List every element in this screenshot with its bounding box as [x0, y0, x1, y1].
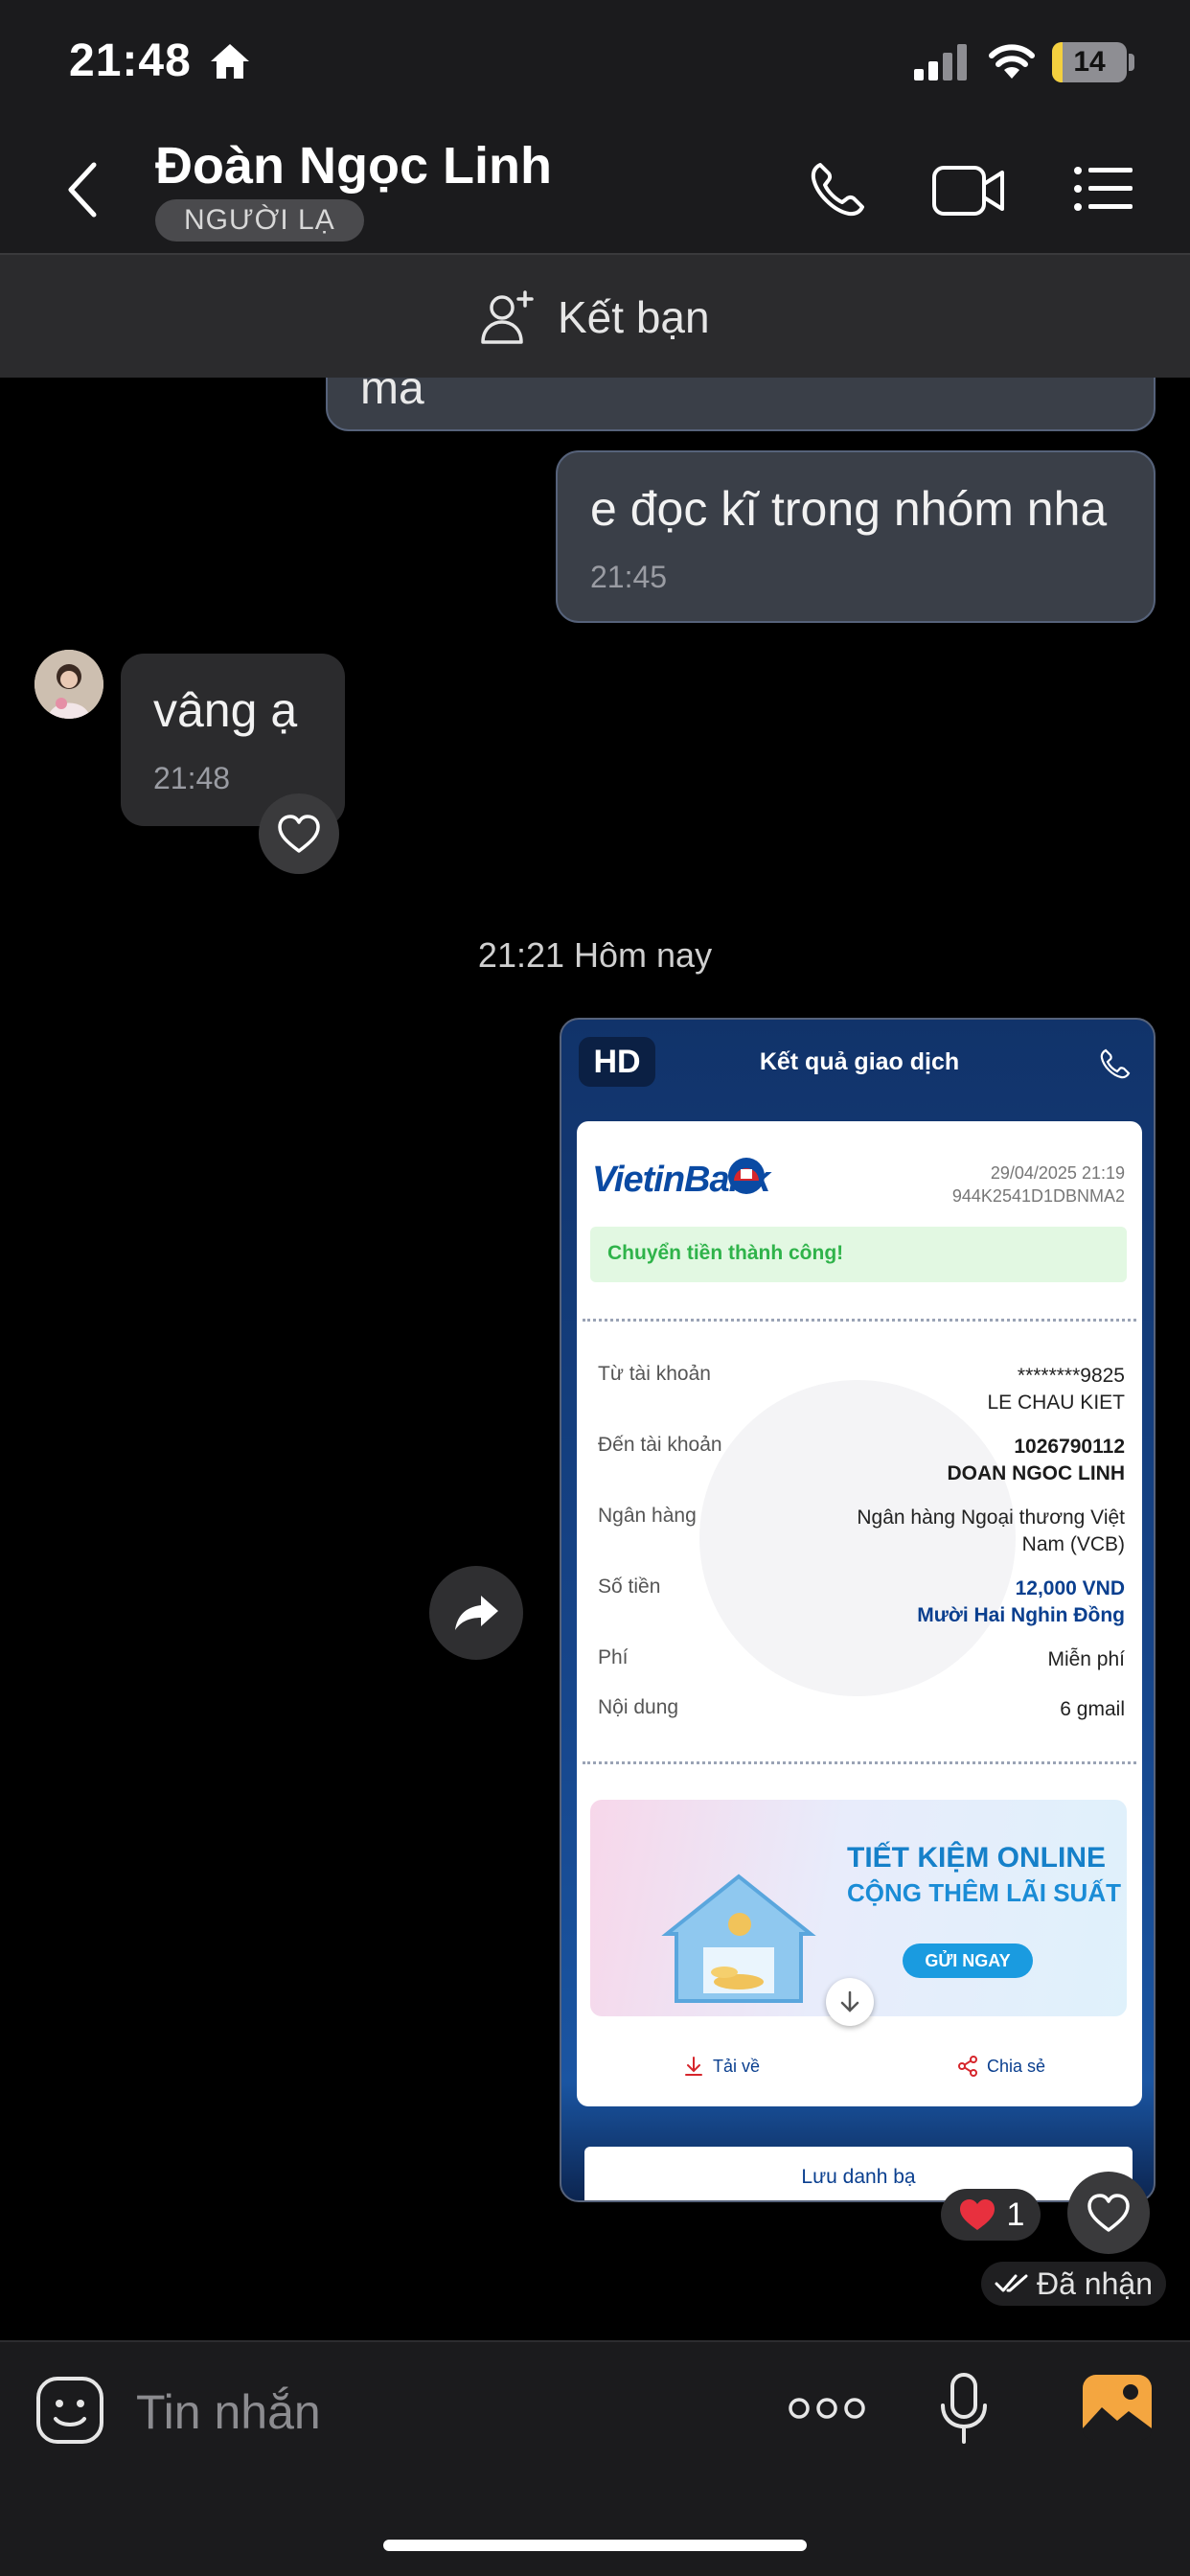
promo-title: TIẾT KIỆM ONLINE — [847, 1842, 1106, 1874]
phone-call-icon[interactable] — [807, 159, 868, 220]
share-icon — [958, 2056, 977, 2077]
message-text: e đọc kĩ trong nhóm nha — [590, 482, 1108, 536]
video-call-icon[interactable] — [931, 163, 1006, 218]
dotted-divider — [583, 1319, 1136, 1322]
heart-outline-icon — [1087, 2194, 1130, 2232]
microphone-icon[interactable] — [937, 2371, 991, 2448]
heart-outline-icon — [278, 815, 320, 853]
download-icon — [685, 2057, 702, 2076]
date-separator: 21:21 Hôm nay — [477, 935, 713, 975]
delivery-label: Đã nhận — [1037, 2266, 1153, 2301]
piggy-house-icon — [661, 1874, 816, 2003]
share-action: Chia sẻ — [956, 2055, 1045, 2078]
battery-indicator: 14 — [1052, 42, 1127, 82]
double-check-icon — [995, 2274, 1028, 2292]
row-value-line1: 12,000 VND — [1015, 1577, 1125, 1599]
row-label: Từ tài khoản — [598, 1363, 711, 1385]
row-value: ********9825 LE CHAU KIET — [987, 1363, 1125, 1416]
arrow-down-icon — [840, 1990, 859, 2012]
react-heart-button[interactable] — [259, 794, 339, 874]
heart-filled-icon — [959, 2199, 995, 2230]
promo-subtitle: CỘNG THÊM LÃI SUẤT — [847, 1878, 1121, 1907]
share-label: Chia sẻ — [987, 2056, 1046, 2076]
add-user-icon — [481, 290, 534, 344]
wifi-icon — [989, 44, 1035, 79]
receipt-image[interactable]: HD Kết quả giao dịch VietinBank 29/04/20… — [560, 1018, 1156, 2202]
row-value-line1: ********9825 — [1017, 1365, 1125, 1387]
row-label: Phí — [598, 1646, 629, 1668]
row-value: 1026790112 DOAN NGOC LINH — [948, 1434, 1126, 1487]
gallery-image-icon[interactable] — [1081, 2373, 1154, 2442]
status-time: 21:48 — [69, 35, 192, 86]
transaction-date: 29/04/2025 21:19 — [990, 1163, 1125, 1183]
row-label: Nội dung — [598, 1696, 679, 1718]
row-value: 12,000 VND Mười Hai Nghin Đồng — [917, 1576, 1125, 1629]
avatar-photo — [34, 650, 103, 719]
chat-area[interactable]: mà e đọc kĩ trong nhóm nha 21:45 vâng ạ … — [0, 378, 1190, 2340]
receipt-phone-icon — [1100, 1048, 1131, 1079]
forward-button[interactable] — [429, 1566, 523, 1660]
battery-tip — [1129, 54, 1134, 71]
back-icon[interactable] — [61, 159, 103, 220]
signal-icon — [914, 44, 967, 80]
reaction-summary[interactable]: 1 — [941, 2189, 1041, 2241]
message-bubble-outgoing[interactable]: mà — [326, 378, 1156, 431]
row-label: Đến tài khoản — [598, 1434, 722, 1456]
row-value-line1: Ngân hàng Ngoại thương Việt — [857, 1506, 1125, 1529]
message-bubble-outgoing[interactable]: e đọc kĩ trong nhóm nha 21:45 — [556, 450, 1156, 623]
row-value-line2: DOAN NGOC LINH — [947, 1462, 1126, 1484]
row-value-line2: Nam (VCB) — [1021, 1533, 1125, 1555]
menu-list-icon[interactable] — [1073, 165, 1134, 213]
battery-label: 14 — [1073, 46, 1106, 78]
reaction-count: 1 — [1006, 2196, 1025, 2233]
download-label: Tải về — [713, 2056, 761, 2076]
delivery-status: Đã nhận — [981, 2262, 1166, 2306]
vietinbank-logo-icon — [728, 1158, 765, 1194]
home-indicator — [383, 2540, 807, 2551]
row-label: Ngân hàng — [598, 1505, 697, 1527]
react-heart-button[interactable] — [1067, 2172, 1150, 2254]
dotted-divider — [583, 1761, 1136, 1764]
receipt-actions: Tải về Chia sẻ — [577, 2041, 1142, 2099]
forward-arrow-icon — [455, 1596, 498, 1630]
row-label: Số tiền — [598, 1576, 661, 1598]
receipt-title: Kết quả giao dịch — [759, 1048, 960, 1075]
row-value: Ngân hàng Ngoại thương Việt Nam (VCB) — [857, 1505, 1125, 1558]
row-value: 6 gmail — [1060, 1698, 1125, 1720]
row-value-line2: Mười Hai Nghin Đồng — [917, 1604, 1125, 1626]
message-input[interactable] — [136, 2382, 749, 2442]
message-time: 21:48 — [153, 761, 231, 795]
home-icon — [211, 44, 249, 79]
sticker-icon[interactable] — [34, 2375, 105, 2446]
row-value-line2: LE CHAU KIET — [987, 1392, 1125, 1414]
message-input-bar — [0, 2340, 1190, 2576]
download-action: Tải về — [682, 2055, 760, 2078]
message-time: 21:45 — [590, 560, 668, 594]
receipt-card: VietinBank 29/04/2025 21:19 944K2541D1DB… — [577, 1121, 1142, 2106]
transaction-ref: 944K2541D1DBNMA2 — [951, 1186, 1125, 1206]
message-text: vâng ạ — [153, 683, 298, 737]
stranger-badge: NGƯỜI LẠ — [155, 199, 364, 242]
promo-cta-button: GỬI NGAY — [903, 1944, 1033, 1978]
top-bar: 21:48 14 Đoàn Ngọc Linh NGƯỜI LẠ — [0, 0, 1190, 253]
more-options-icon[interactable] — [788, 2394, 866, 2423]
message-text: mà — [360, 378, 424, 414]
add-friend-label: Kết bạn — [558, 292, 710, 342]
scroll-down-button — [826, 1978, 874, 2026]
success-text: Chuyển tiền thành công! — [607, 1242, 844, 1264]
row-value: Miễn phí — [1047, 1648, 1125, 1670]
success-banner: Chuyển tiền thành công! — [590, 1227, 1127, 1282]
contact-name[interactable]: Đoàn Ngọc Linh — [155, 136, 552, 196]
row-value-line1: 1026790112 — [1014, 1436, 1125, 1458]
add-friend-button[interactable]: Kết bạn — [479, 288, 710, 347]
contact-avatar[interactable] — [34, 650, 103, 719]
save-contact-button: Lưu danh bạ — [584, 2147, 1133, 2200]
add-friend-bar: Kết bạn — [0, 253, 1190, 378]
